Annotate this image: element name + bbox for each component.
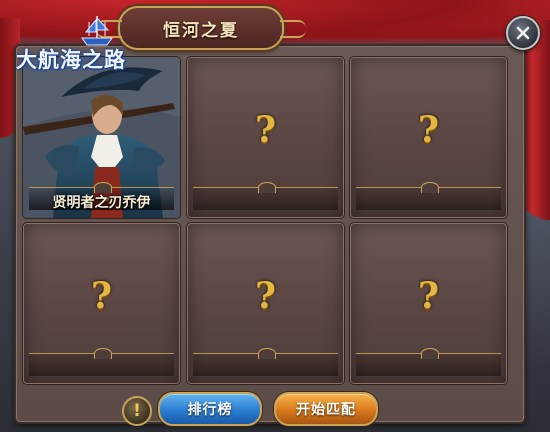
character-slot-4[interactable]: ? [22,222,181,385]
close-button[interactable] [506,16,540,50]
character-slot-6[interactable]: ? [349,222,508,385]
character-slot-3[interactable]: ? [349,56,508,219]
ship-logo-icon [81,16,113,46]
character-slot-2[interactable]: ? [186,56,345,219]
question-mark-icon: ? [90,275,113,317]
leaderboard-button[interactable]: 排行榜 [158,392,262,426]
page-title: 恒河之夏 [163,20,239,41]
slot-footer [193,348,338,376]
question-mark-icon: ? [417,109,440,151]
slot-footer [29,348,174,376]
logo-text: 大航海之路 [16,47,126,72]
slot-footer [193,182,338,210]
question-mark-icon: ? [254,109,277,151]
hero-name: 贤明者之刃乔伊 [52,195,151,211]
action-bar: ! 排行榜 开始匹配 [122,392,382,426]
slot-footer [356,348,501,376]
game-logo: 大航海之路 [16,14,166,72]
question-mark-icon: ? [417,275,440,317]
character-grid: 贤明者之刃乔伊 ? ? ? ? ? [22,56,512,386]
question-mark-icon: ? [254,275,277,317]
character-slot-1[interactable]: 贤明者之刃乔伊 [22,56,181,219]
close-icon [516,26,530,40]
slot-footer [356,182,501,210]
start-match-button[interactable]: 开始匹配 [274,392,378,426]
exclamation-icon: ! [133,401,141,421]
character-slot-5[interactable]: ? [186,222,345,385]
info-button[interactable]: ! [122,396,152,426]
